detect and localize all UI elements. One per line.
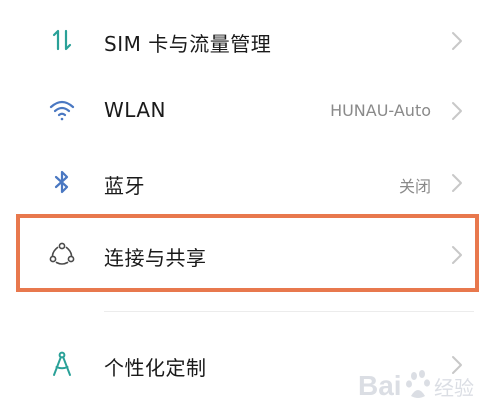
settings-item-label: 蓝牙 — [104, 174, 145, 198]
chevron-right-icon — [450, 244, 464, 266]
settings-item-wlan[interactable]: WLAN HUNAU-Auto — [0, 80, 500, 140]
baidu-paw-icon: Bai 经验 — [358, 370, 474, 401]
chevron-right-icon — [450, 172, 464, 194]
settings-item-sim-data[interactable]: SIM 卡与流量管理 — [0, 10, 500, 70]
settings-item-connection-sharing[interactable]: 连接与共享 — [0, 224, 500, 284]
settings-item-bluetooth[interactable]: 蓝牙 关闭 — [0, 152, 500, 212]
baidu-jingyan-watermark: Bai 经验 — [356, 362, 496, 408]
connection-share-icon — [48, 240, 76, 268]
settings-item-label: SIM 卡与流量管理 — [104, 32, 272, 56]
settings-item-label: 连接与共享 — [104, 246, 207, 270]
bluetooth-status: 关闭 — [398, 177, 431, 196]
chevron-right-icon — [450, 100, 464, 122]
bluetooth-icon — [48, 168, 76, 196]
wlan-network-name: HUNAU-Auto — [330, 101, 431, 120]
svg-text:Bai: Bai — [358, 370, 402, 401]
section-divider — [104, 311, 474, 312]
settings-item-label: 个性化定制 — [104, 356, 207, 380]
chevron-right-icon — [450, 30, 464, 52]
svg-text:经验: 经验 — [434, 376, 474, 400]
personalization-icon — [48, 350, 76, 378]
wifi-icon — [48, 96, 76, 124]
sim-data-arrows-icon — [48, 26, 76, 54]
settings-item-label: WLAN — [104, 98, 167, 122]
